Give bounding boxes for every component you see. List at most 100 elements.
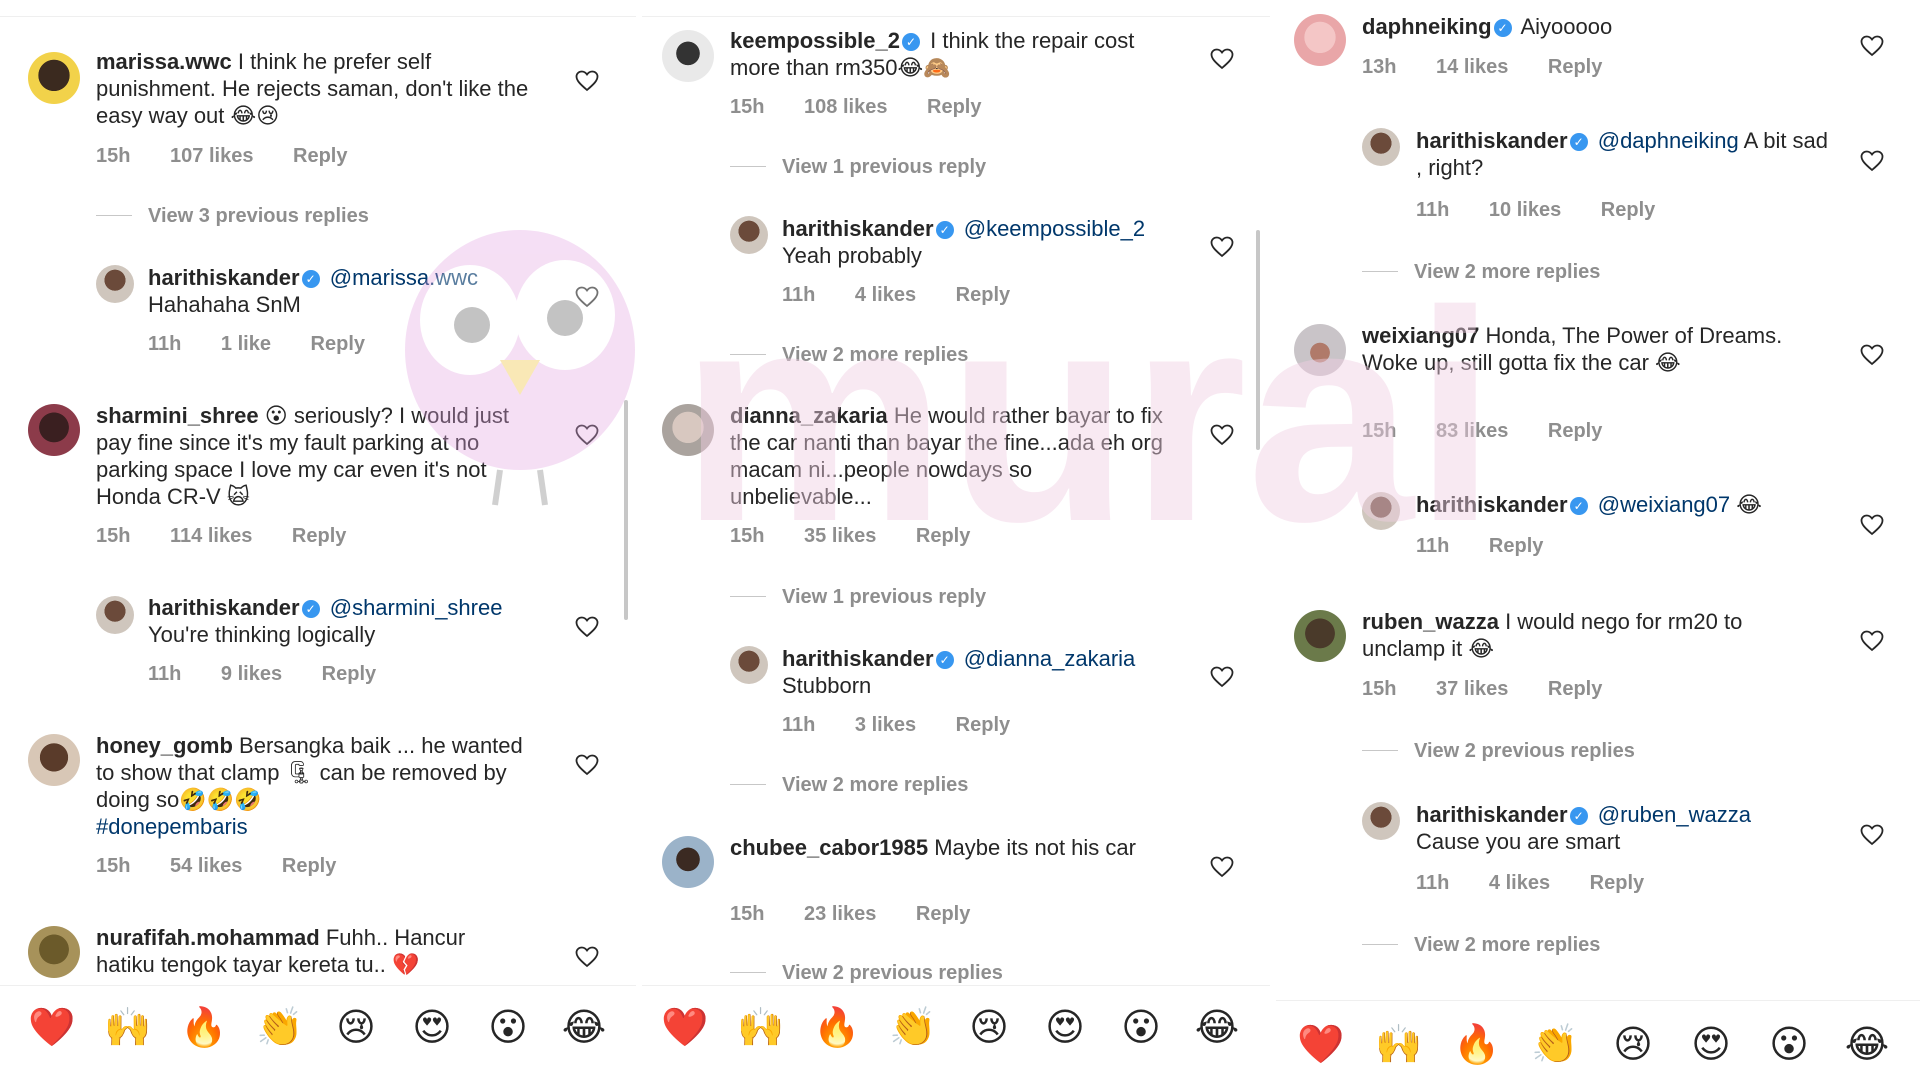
- avatar[interactable]: [662, 30, 714, 82]
- reaction-heart-eyes[interactable]: 😍: [1686, 1023, 1736, 1067]
- comment-likes[interactable]: 10 likes: [1489, 199, 1561, 221]
- reaction-laugh[interactable]: 😂: [559, 1006, 609, 1050]
- avatar[interactable]: [1362, 802, 1400, 840]
- reaction-fire[interactable]: 🔥: [179, 1006, 229, 1050]
- heart-outline-icon[interactable]: [1210, 666, 1234, 688]
- comment-username[interactable]: harithiskander: [1416, 128, 1568, 153]
- heart-outline-icon[interactable]: [575, 946, 599, 968]
- comment-likes[interactable]: 108 likes: [804, 96, 887, 118]
- comment-likes[interactable]: 1 like: [221, 333, 271, 355]
- reaction-heart[interactable]: ❤️: [660, 1006, 710, 1050]
- comment-likes[interactable]: 37 likes: [1436, 678, 1508, 700]
- comment-hashtag[interactable]: #donepembaris: [96, 814, 248, 839]
- reaction-fire[interactable]: 🔥: [812, 1006, 862, 1050]
- view-replies-link[interactable]: View 2 more replies: [1362, 261, 1600, 284]
- avatar[interactable]: [28, 926, 80, 978]
- reply-button[interactable]: Reply: [916, 525, 970, 547]
- comment-mention[interactable]: @sharmini_shree: [330, 595, 503, 620]
- heart-outline-icon[interactable]: [575, 754, 599, 776]
- avatar[interactable]: [662, 836, 714, 888]
- avatar[interactable]: [1294, 324, 1346, 376]
- reaction-laugh[interactable]: 😂: [1842, 1023, 1892, 1067]
- scrollbar[interactable]: [624, 400, 628, 620]
- reaction-cry[interactable]: 😢: [964, 1006, 1014, 1050]
- reaction-heart[interactable]: ❤️: [27, 1006, 77, 1050]
- heart-outline-icon[interactable]: [1210, 856, 1234, 878]
- avatar[interactable]: [1362, 492, 1400, 530]
- comment-username[interactable]: harithiskander: [782, 646, 934, 671]
- view-replies-link[interactable]: View 2 previous replies: [1362, 740, 1635, 763]
- avatar[interactable]: [1294, 610, 1346, 662]
- heart-outline-icon[interactable]: [1210, 424, 1234, 446]
- view-replies-link[interactable]: View 2 more replies: [1362, 934, 1600, 957]
- reaction-clap[interactable]: 👏: [888, 1006, 938, 1050]
- view-replies-link[interactable]: View 2 more replies: [730, 774, 968, 797]
- reaction-fire[interactable]: 🔥: [1452, 1023, 1502, 1067]
- heart-outline-icon[interactable]: [1860, 150, 1884, 172]
- comment-likes[interactable]: 23 likes: [804, 903, 876, 925]
- reply-button[interactable]: Reply: [293, 145, 347, 167]
- comment-mention[interactable]: @marissa.wwc: [330, 265, 478, 290]
- comment-likes[interactable]: 3 likes: [855, 714, 916, 736]
- view-replies-link[interactable]: View 2 more replies: [730, 344, 968, 367]
- comment-mention[interactable]: @keempossible_2: [964, 216, 1145, 241]
- view-replies-link[interactable]: View 1 previous reply: [730, 156, 986, 179]
- heart-outline-icon[interactable]: [1860, 514, 1884, 536]
- reply-button[interactable]: Reply: [282, 855, 336, 877]
- reaction-raised-hands[interactable]: 🙌: [1374, 1023, 1424, 1067]
- reaction-heart-eyes[interactable]: 😍: [407, 1006, 457, 1050]
- reply-button[interactable]: Reply: [1548, 678, 1602, 700]
- reply-button[interactable]: Reply: [956, 284, 1010, 306]
- reaction-clap[interactable]: 👏: [1530, 1023, 1580, 1067]
- comment-username[interactable]: harithiskander: [148, 595, 300, 620]
- comment-username[interactable]: harithiskander: [782, 216, 934, 241]
- view-replies-link[interactable]: View 2 previous replies: [730, 962, 1003, 985]
- avatar[interactable]: [96, 265, 134, 303]
- comment-username[interactable]: harithiskander: [148, 265, 300, 290]
- comment-likes[interactable]: 54 likes: [170, 855, 242, 877]
- comment-username[interactable]: dianna_zakaria: [730, 403, 888, 428]
- reaction-heart-eyes[interactable]: 😍: [1040, 1006, 1090, 1050]
- avatar[interactable]: [1294, 14, 1346, 66]
- heart-outline-icon[interactable]: [1860, 35, 1884, 57]
- comment-mention[interactable]: @weixiang07: [1598, 492, 1730, 517]
- reply-button[interactable]: Reply: [1548, 56, 1602, 78]
- reaction-wow[interactable]: 😮: [1116, 1006, 1166, 1050]
- comment-username[interactable]: marissa.wwc: [96, 49, 232, 74]
- comment-username[interactable]: daphneiking: [1362, 14, 1492, 39]
- reaction-wow[interactable]: 😮: [483, 1006, 533, 1050]
- comment-likes[interactable]: 4 likes: [855, 284, 916, 306]
- reaction-laugh[interactable]: 😂: [1192, 1006, 1242, 1050]
- view-replies-link[interactable]: View 3 previous replies: [96, 205, 369, 228]
- comment-username[interactable]: keempossible_2: [730, 28, 900, 53]
- avatar[interactable]: [96, 596, 134, 634]
- reply-button[interactable]: Reply: [292, 525, 346, 547]
- heart-outline-icon[interactable]: [575, 424, 599, 446]
- avatar[interactable]: [662, 404, 714, 456]
- comment-username[interactable]: ruben_wazza: [1362, 609, 1499, 634]
- heart-outline-icon[interactable]: [575, 286, 599, 308]
- reaction-heart[interactable]: ❤️: [1296, 1023, 1346, 1067]
- heart-outline-icon[interactable]: [575, 616, 599, 638]
- comment-username[interactable]: honey_gomb: [96, 733, 233, 758]
- avatar[interactable]: [28, 404, 80, 456]
- avatar[interactable]: [28, 52, 80, 104]
- comment-username[interactable]: harithiskander: [1416, 492, 1568, 517]
- comment-username[interactable]: sharmini_shree: [96, 403, 259, 428]
- heart-outline-icon[interactable]: [1860, 344, 1884, 366]
- avatar[interactable]: [730, 646, 768, 684]
- reaction-cry[interactable]: 😢: [331, 1006, 381, 1050]
- comment-likes[interactable]: 4 likes: [1489, 872, 1550, 894]
- reply-button[interactable]: Reply: [1489, 535, 1543, 557]
- reply-button[interactable]: Reply: [311, 333, 365, 355]
- avatar[interactable]: [730, 216, 768, 254]
- reaction-raised-hands[interactable]: 🙌: [103, 1006, 153, 1050]
- comment-mention[interactable]: @ruben_wazza: [1598, 802, 1751, 827]
- avatar[interactable]: [28, 734, 80, 786]
- comment-likes[interactable]: 83 likes: [1436, 420, 1508, 442]
- reply-button[interactable]: Reply: [322, 663, 376, 685]
- comment-username[interactable]: weixiang07: [1362, 323, 1479, 348]
- scrollbar[interactable]: [1256, 230, 1260, 450]
- reply-button[interactable]: Reply: [1548, 420, 1602, 442]
- reaction-cry[interactable]: 😢: [1608, 1023, 1658, 1067]
